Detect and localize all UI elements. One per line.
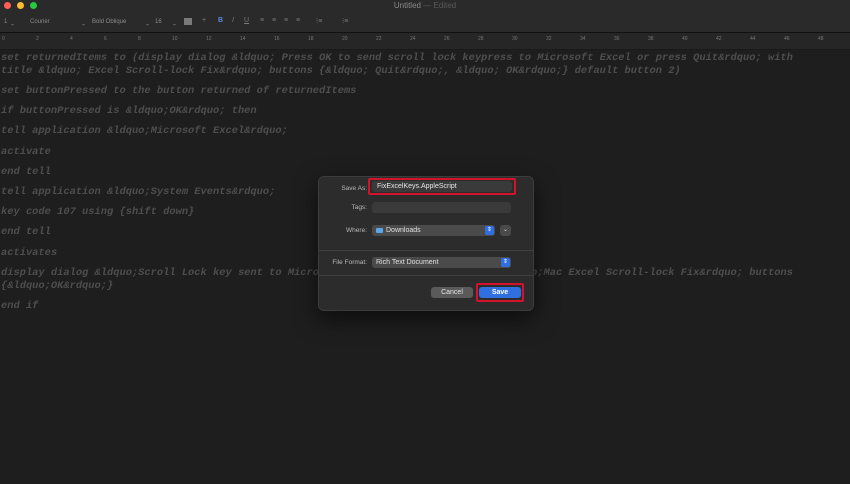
window-title: Untitled — Edited [0,0,850,12]
ruler-tick: 8 [138,36,141,42]
ruler-tick: 4 [70,36,73,42]
ruler-tick: 40 [682,36,688,42]
font-family-select[interactable]: Courier [30,18,86,26]
underline-button[interactable]: U [244,17,249,24]
ruler-tick: 42 [716,36,722,42]
line-spacing-select[interactable]: ⁝≡ [316,17,322,25]
font-size-select[interactable]: 16 [155,18,177,26]
add-button[interactable]: + [202,17,206,24]
ruler-tick: 28 [478,36,484,42]
text-color-swatch[interactable] [184,18,192,25]
text-line: end tell [1,226,51,238]
format-toolbar: 1 Courier Bold Oblique 16 + B I U ≡ ≡ ≡ … [0,12,850,33]
dialog-divider [319,275,533,276]
where-value: Downloads [386,227,421,234]
ruler-tick: 2 [36,36,39,42]
save-as-input[interactable]: FixExcelKeys.AppleScript [372,181,512,192]
text-line: tell application &ldquo;Microsoft Excel&… [1,125,288,137]
ruler-tick: 18 [308,36,314,42]
ruler-tick: 46 [784,36,790,42]
list-style-icon[interactable]: ⁝≡ [342,17,348,25]
align-justify-icon[interactable]: ≡ [296,17,300,24]
font-typeface-select[interactable]: Bold Oblique [92,18,150,26]
file-format-label: File Format: [332,259,367,266]
save-as-label: Save As: [341,185,367,192]
ruler-tick: 30 [512,36,518,42]
save-button[interactable]: Save [479,287,521,298]
text-line: title &ldquo; Excel Scroll-lock Fix&rdqu… [1,65,681,77]
text-line: key code 107 using {shift down} [1,206,195,218]
file-format-select[interactable]: Rich Text Document ⇕ [372,257,511,268]
text-line: activate [1,146,51,158]
ruler-tick: 22 [376,36,382,42]
text-line: {&ldquo;OK&rdquo;} [1,280,114,292]
text-line: if buttonPressed is &ldquo;OK&rdquo; the… [1,105,257,117]
ruler-tick: 44 [750,36,756,42]
text-line: set returnedItems to (display dialog &ld… [1,52,793,64]
where-select[interactable]: Downloads ⇕ [372,225,495,236]
dialog-divider [319,250,533,251]
ruler-tick: 24 [410,36,416,42]
ruler-tick: 36 [614,36,620,42]
ruler-tick: 16 [274,36,280,42]
text-line: set buttonPressed to the button returned… [1,85,357,97]
title-bar: Untitled — Edited [0,0,850,12]
ruler-tick: 12 [206,36,212,42]
window-edited-status: — Edited [423,1,457,10]
save-dialog: Save As: FixExcelKeys.AppleScript Tags: … [318,176,534,311]
bold-button[interactable]: B [218,17,223,24]
text-line: activates [1,247,58,259]
ruler-tick: 0 [2,36,5,42]
cancel-button[interactable]: Cancel [431,287,473,298]
align-center-icon[interactable]: ≡ [272,17,276,24]
text-line: end if [1,300,39,312]
ruler-tick: 26 [444,36,450,42]
ruler-tick: 48 [818,36,824,42]
text-line: end tell [1,166,51,178]
chevron-updown-icon: ⇕ [501,258,510,267]
folder-icon [376,227,383,233]
ruler-tick: 6 [104,36,107,42]
tags-label: Tags: [351,204,367,211]
text-line: tell application &ldquo;System Events&rd… [1,186,276,198]
tags-input[interactable] [372,202,511,213]
chevron-updown-icon: ⇕ [485,226,494,235]
where-label: Where: [346,227,367,234]
align-left-icon[interactable]: ≡ [260,17,264,24]
ruler-tick: 38 [648,36,654,42]
ruler[interactable]: 0 2 4 6 8 10 12 14 16 18 20 22 24 26 28 … [0,33,850,50]
italic-button[interactable]: I [232,17,234,24]
expand-browser-button[interactable]: ⌄ [500,225,511,236]
ruler-tick: 14 [240,36,246,42]
ruler-tick: 10 [172,36,178,42]
ruler-tick: 34 [580,36,586,42]
ruler-tick: 32 [546,36,552,42]
paragraph-style-select[interactable]: 1 [4,18,15,26]
align-right-icon[interactable]: ≡ [284,17,288,24]
window-title-text: Untitled [393,1,421,10]
file-format-value: Rich Text Document [376,259,439,266]
ruler-tick: 20 [342,36,348,42]
